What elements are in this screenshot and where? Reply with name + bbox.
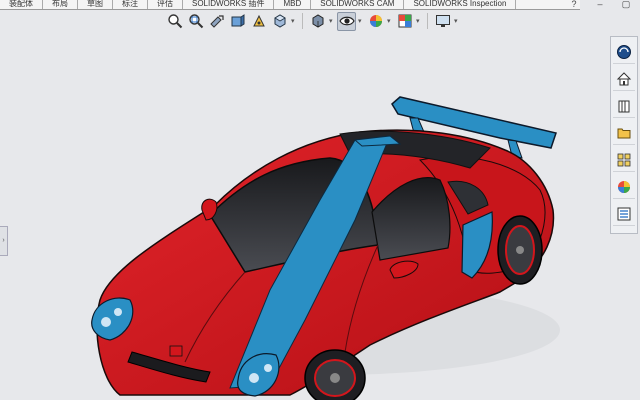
tab-mbd[interactable]: MBD xyxy=(274,0,312,9)
chevron-down-icon[interactable]: ▾ xyxy=(416,17,422,25)
edit-appearance-icon[interactable] xyxy=(366,12,385,31)
restore-button[interactable]: ▢ xyxy=(620,0,632,9)
chevron-down-icon[interactable]: ▾ xyxy=(358,17,364,25)
apply-scene-icon[interactable] xyxy=(395,12,414,31)
graphics-area[interactable] xyxy=(0,0,640,400)
dynamic-annotation-icon[interactable] xyxy=(249,12,268,31)
appearances-icon[interactable] xyxy=(613,176,635,199)
tab-evaluate[interactable]: 评估 xyxy=(148,0,183,9)
view-settings-icon[interactable] xyxy=(433,12,452,31)
file-explorer-icon[interactable] xyxy=(613,122,635,145)
design-library-icon[interactable] xyxy=(613,95,635,118)
zoom-to-fit-icon[interactable] xyxy=(165,12,184,31)
tab-sketch[interactable]: 草图 xyxy=(78,0,113,9)
chevron-down-icon[interactable]: ▾ xyxy=(329,17,335,25)
tab-solidworks-cam[interactable]: SOLIDWORKS CAM xyxy=(311,0,405,9)
chevron-right-icon: › xyxy=(2,237,5,244)
window-controls: ? – ▢ xyxy=(568,0,632,9)
tab-solidworks-inspection[interactable]: SOLIDWORKS Inspection xyxy=(404,0,517,9)
previous-view-icon[interactable] xyxy=(207,12,226,31)
feature-manager-toggle[interactable]: › xyxy=(0,226,8,256)
task-pane xyxy=(610,36,638,234)
custom-properties-icon[interactable] xyxy=(613,203,635,226)
view-palette-icon[interactable] xyxy=(613,149,635,172)
tab-assembly[interactable]: 装配体 xyxy=(0,0,43,9)
minimize-button[interactable]: – xyxy=(594,0,606,9)
front-wheel xyxy=(304,349,366,400)
display-style-icon[interactable] xyxy=(308,12,327,31)
hide-show-items-icon[interactable] xyxy=(337,11,356,31)
section-view-icon[interactable] xyxy=(228,12,247,31)
tab-layout[interactable]: 布局 xyxy=(43,0,78,9)
chevron-down-icon[interactable]: ▾ xyxy=(454,17,460,25)
command-manager-tabs: 装配体 布局 草图 标注 评估 SOLIDWORKS 插件 MBD SOLIDW… xyxy=(0,0,580,10)
help-button[interactable]: ? xyxy=(568,0,580,9)
tab-markup[interactable]: 标注 xyxy=(113,0,148,9)
chevron-down-icon[interactable]: ▾ xyxy=(291,17,297,25)
toolbar-separator xyxy=(427,13,428,29)
view-orientation-icon[interactable] xyxy=(270,12,289,31)
solidworks-resources-icon[interactable] xyxy=(613,41,635,64)
rear-wheel xyxy=(497,215,543,285)
zoom-area-icon[interactable] xyxy=(186,12,205,31)
tab-solidworks-addins[interactable]: SOLIDWORKS 插件 xyxy=(183,0,275,9)
heads-up-view-toolbar: ▾ ▾ ▾ ▾ ▾ ▾ xyxy=(165,10,460,32)
toolbar-separator xyxy=(302,13,303,29)
chevron-down-icon[interactable]: ▾ xyxy=(387,17,393,25)
home-icon[interactable] xyxy=(613,68,635,91)
